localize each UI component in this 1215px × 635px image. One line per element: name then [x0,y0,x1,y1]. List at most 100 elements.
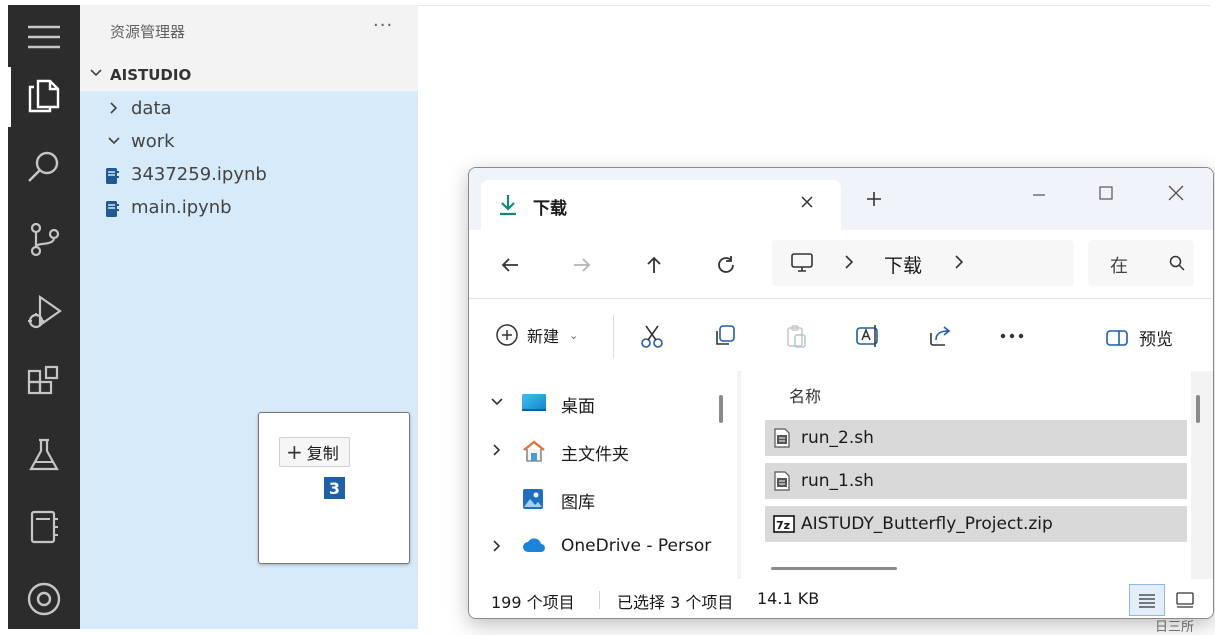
preview-pane-icon [1106,329,1128,346]
source-control-icon[interactable] [8,211,80,267]
rename-icon[interactable] [853,321,883,351]
nav-item-home[interactable]: 主文件夹 [469,431,709,471]
back-arrow-icon[interactable] [495,250,525,280]
nav-item-onedrive[interactable]: OneDrive - Persor [469,527,712,567]
search-icon[interactable] [8,139,80,195]
preview-label: 预览 [1139,330,1173,350]
up-arrow-icon[interactable] [639,250,669,280]
selection-count: 已选择 3 个项目 [617,593,734,612]
paste-icon[interactable] [781,321,811,351]
file-name: AISTUDY_Butterfly_Project.zip [801,514,1053,534]
chevron-right-icon[interactable] [952,252,966,277]
nav-item-label: 图库 [561,493,595,513]
7z-archive-icon: 7z [773,514,795,539]
explorer-files-icon[interactable] [8,67,80,123]
search-placeholder: 在 [1110,256,1128,277]
tree-item-notebook-3437259[interactable]: 3437259.ipynb [80,159,418,191]
chevron-down-icon[interactable] [489,394,505,415]
chevron-right-icon[interactable] [489,442,505,463]
run-debug-icon[interactable] [8,283,80,339]
tiles-view-button[interactable] [1167,584,1203,616]
file-row-zip[interactable]: 7z AISTUDY_Butterfly_Project.zip [765,506,1187,542]
tab-downloads[interactable]: 下载 [481,180,841,230]
nav-item-label: OneDrive - Persor [561,536,712,556]
share-icon[interactable] [925,321,955,351]
plus-icon: + [286,440,303,464]
drag-preview: + 复制 3 [258,412,410,564]
drag-count-badge: 3 [324,477,345,499]
tree-item-label: 3437259.ipynb [131,164,267,185]
vertical-scrollbar[interactable] [1196,395,1200,423]
tree-item-label: work [131,131,175,152]
chevron-right-icon[interactable] [842,252,856,277]
workspace-root[interactable]: AISTUDIO [80,61,418,89]
tree-item-label: main.ipynb [131,197,232,218]
new-tab-button[interactable] [865,188,883,212]
minimize-button[interactable] [1019,178,1059,208]
selection-size: 14.1 KB [757,589,820,608]
nav-item-label: 主文件夹 [561,445,629,465]
file-row-run-2[interactable]: run_2.sh [765,420,1187,456]
item-count: 199 个项目 [491,593,575,612]
refresh-icon[interactable] [711,250,741,280]
breadcrumb-downloads[interactable]: 下载 [884,251,922,278]
copy-icon[interactable] [709,321,739,351]
status-divider [599,591,600,609]
activity-bar [8,5,80,629]
copy-tooltip: + 复制 [279,437,350,467]
tree-item-notebook-main[interactable]: main.ipynb [80,192,418,224]
maximize-button[interactable] [1086,178,1126,208]
horizontal-scrollbar[interactable] [771,567,897,570]
home-icon [521,439,547,468]
tree-item-data[interactable]: data [80,93,418,125]
file-explorer-window: 下载 下载 在 新建 ⌄ 预览 桌面 主文件夹 图库 OneDrive - Pe… [468,167,1214,619]
explorer-title: 资源管理器 [110,23,186,41]
chevron-down-icon: ⌄ [569,328,579,342]
extensions-icon[interactable] [8,355,80,411]
new-button[interactable]: 新建 ⌄ [495,323,578,347]
nav-item-desktop[interactable]: 桌面 [469,383,709,423]
search-input[interactable]: 在 [1088,240,1194,286]
address-bar[interactable]: 下载 [772,240,1074,286]
more-actions-button[interactable]: ··· [373,15,393,36]
forward-arrow-icon[interactable] [567,250,597,280]
preview-pane-button[interactable]: 预览 [1105,325,1173,350]
cut-icon[interactable] [637,321,667,351]
status-bar: 199 个项目 已选择 3 个项目 14.1 KB [469,579,1213,618]
navigation-bar: 下载 在 [469,230,1213,298]
navigation-pane: 桌面 主文件夹 图库 OneDrive - Persor [469,371,737,579]
search-icon[interactable] [1168,254,1186,276]
shell-file-icon [773,428,791,453]
command-bar: 新建 ⌄ 预览 [469,298,1213,372]
notebook-icon[interactable] [8,499,80,555]
nav-item-gallery[interactable]: 图库 [469,479,709,519]
file-list-pane: 名称 run_2.sh run_1.sh 7z AISTUDY_Butterfl… [737,371,1213,579]
testing-flask-icon[interactable] [8,427,80,483]
new-label: 新建 [527,327,560,346]
svg-text:7z: 7z [776,519,790,532]
notebook-file-icon [104,167,120,190]
chevron-right-icon [106,100,122,121]
tree-item-work[interactable]: work [80,126,418,158]
chevron-right-icon[interactable] [489,538,505,559]
nav-pane-scrollbar[interactable] [719,395,723,423]
details-view-icon [1139,594,1155,608]
menu-icon[interactable] [8,9,80,65]
file-row-run-1[interactable]: run_1.sh [765,463,1187,499]
nav-item-label: 桌面 [561,397,595,417]
toolbar-divider [613,315,614,359]
onedrive-icon [521,535,547,560]
column-header-name[interactable]: 名称 [789,383,821,407]
more-options-icon[interactable] [997,321,1027,351]
plus-circle-icon [496,324,518,346]
file-name: run_2.sh [801,428,874,448]
download-icon [497,193,519,221]
details-view-button[interactable] [1129,584,1165,616]
gallery-icon [521,487,545,516]
close-tab-icon[interactable] [799,194,815,215]
shell-file-icon [773,471,791,496]
account-icon[interactable] [8,571,80,627]
workspace-name: AISTUDIO [110,66,192,84]
tree-item-label: data [131,98,172,119]
close-window-button[interactable] [1156,178,1196,208]
